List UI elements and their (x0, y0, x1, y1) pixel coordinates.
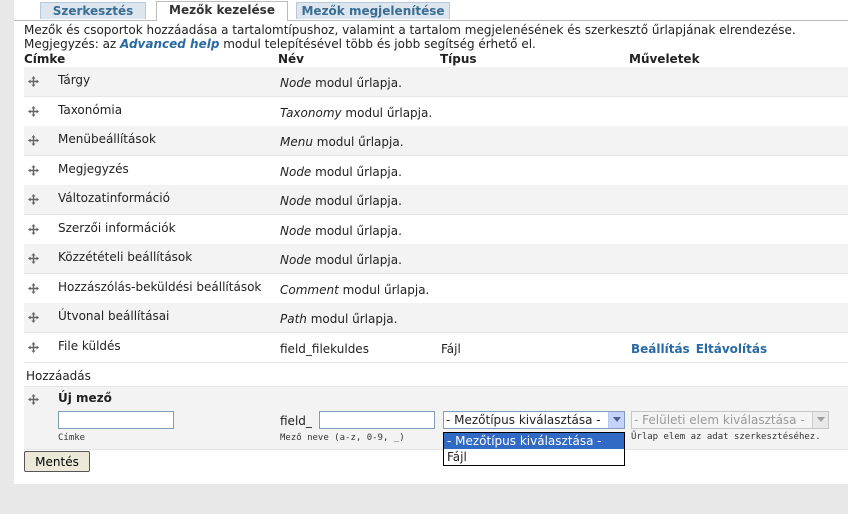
header-name: Név (278, 52, 305, 66)
table-row: Hozzászólás-beküldési beállítások Comment… (24, 274, 848, 304)
table-row: Közzétételi beállítások Node modul űrlapj… (24, 244, 848, 274)
table-row: Változatinformáció Node modul űrlapja. (24, 185, 848, 215)
row-name: field_filekuldes (280, 342, 369, 356)
row-label: Taxonómia (58, 103, 123, 117)
tab-manage-fields[interactable]: Mezők kezelése (156, 1, 288, 21)
add-section-header: Hozzáadás (24, 365, 848, 387)
chevron-down-icon (812, 412, 828, 428)
widget-select: - Felületi elem kiválasztása - (631, 411, 829, 429)
name-caption: Mező neve (a-z, 0-9, _) (280, 433, 405, 443)
table-row: Taxonómia Taxonomy modul űrlapja. (24, 97, 848, 127)
drag-handle-icon[interactable] (28, 283, 39, 294)
row-name: Node modul űrlapja. (280, 76, 402, 90)
dropdown-option[interactable]: Fájl (444, 449, 624, 465)
row-type: Fájl (441, 342, 461, 356)
drag-handle-icon[interactable] (28, 253, 39, 264)
widget-caption: Űrlap elem az adat szerkesztéséhez. (631, 432, 821, 442)
table-header: Címke Név Típus Műveletek (24, 52, 848, 66)
dropdown-option[interactable]: - Mezőtípus kiválasztása - (444, 433, 624, 449)
advanced-help-link[interactable]: Advanced help (120, 37, 219, 51)
table-row: Tárgy Node modul űrlapja. (24, 67, 848, 97)
row-label: Hozzászólás-beküldési beállítások (58, 280, 262, 294)
row-name: Comment modul űrlapja. (280, 283, 430, 297)
row-label: Közzétételi beállítások (58, 250, 193, 264)
left-border (0, 0, 14, 484)
header-label: Címke (24, 52, 66, 66)
tab-display-fields[interactable]: Mezők megjelenítése (296, 2, 450, 19)
header-operations: Műveletek (629, 52, 700, 66)
row-name: Node modul űrlapja. (280, 194, 402, 208)
row-name: Path modul űrlapja. (280, 312, 398, 326)
help-line-1: Mezők és csoportok hozzáadása a tartalom… (24, 23, 796, 37)
row-label: Tárgy (58, 73, 91, 87)
drag-handle-icon[interactable] (28, 194, 39, 205)
row-label: Megjegyzés (58, 162, 129, 176)
chevron-down-icon[interactable] (608, 412, 624, 428)
table-row: Útvonal beállításai Path modul űrlapja. (24, 303, 848, 333)
drag-handle-icon[interactable] (28, 312, 39, 323)
new-field-label-input[interactable] (58, 411, 174, 429)
configure-link[interactable]: Beállítás (631, 342, 690, 356)
row-label: File küldés (58, 339, 121, 353)
drag-handle-icon[interactable] (28, 394, 39, 405)
row-name: Taxonomy modul űrlapja. (280, 106, 433, 120)
help-text: Mezők és csoportok hozzáadása a tartalom… (24, 23, 848, 51)
label-caption: Címke (58, 433, 86, 443)
row-operations: Beállítás Eltávolítás (631, 342, 773, 356)
tab-bar: Szerkesztés Mezők kezelése Mezők megjele… (14, 0, 848, 21)
row-name: Node modul űrlapja. (280, 253, 402, 267)
row-label: Útvonal beállításai (58, 309, 170, 323)
row-label: Változatinformáció (58, 191, 170, 205)
field-type-select[interactable]: - Mezőtípus kiválasztása - (443, 411, 625, 429)
row-name: Node modul űrlapja. (280, 224, 402, 238)
save-button[interactable]: Mentés (24, 451, 90, 472)
row-label: Menübeállítások (58, 132, 156, 146)
remove-link[interactable]: Eltávolítás (696, 342, 767, 356)
table-row: Szerzői információk Node modul űrlapja. (24, 215, 848, 245)
new-field-title: Új mező (58, 391, 112, 405)
table-row: Megjegyzés Node modul űrlapja. (24, 156, 848, 186)
row-name: Menu modul űrlapja. (280, 135, 404, 149)
main-content: Szerkesztés Mezők kezelése Mezők megjele… (14, 0, 848, 484)
new-field-name-input[interactable] (319, 411, 435, 429)
row-label: Szerzői információk (58, 221, 176, 235)
drag-handle-icon[interactable] (28, 135, 39, 146)
help-line-2: Megjegyzés: az Advanced help modul telep… (24, 37, 536, 51)
field-name-prefix: field_ (280, 414, 312, 428)
drag-handle-icon[interactable] (28, 106, 39, 117)
bottom-border (0, 484, 848, 514)
field-type-dropdown-list[interactable]: - Mezőtípus kiválasztása - Fájl (443, 432, 625, 466)
row-name: Node modul űrlapja. (280, 165, 402, 179)
header-type: Típus (440, 52, 477, 66)
drag-handle-icon[interactable] (28, 165, 39, 176)
new-field-row: Új mező Címke field_ Mező neve (a-z, 0-9… (24, 387, 848, 450)
table-row: Menübeállítások Menu modul űrlapja. (24, 126, 848, 156)
drag-handle-icon[interactable] (28, 224, 39, 235)
table-row: File küldés field_filekuldes Fájl Beállítás… (24, 333, 848, 363)
drag-handle-icon[interactable] (28, 76, 39, 87)
tab-edit[interactable]: Szerkesztés (40, 2, 146, 19)
drag-handle-icon[interactable] (28, 342, 39, 353)
